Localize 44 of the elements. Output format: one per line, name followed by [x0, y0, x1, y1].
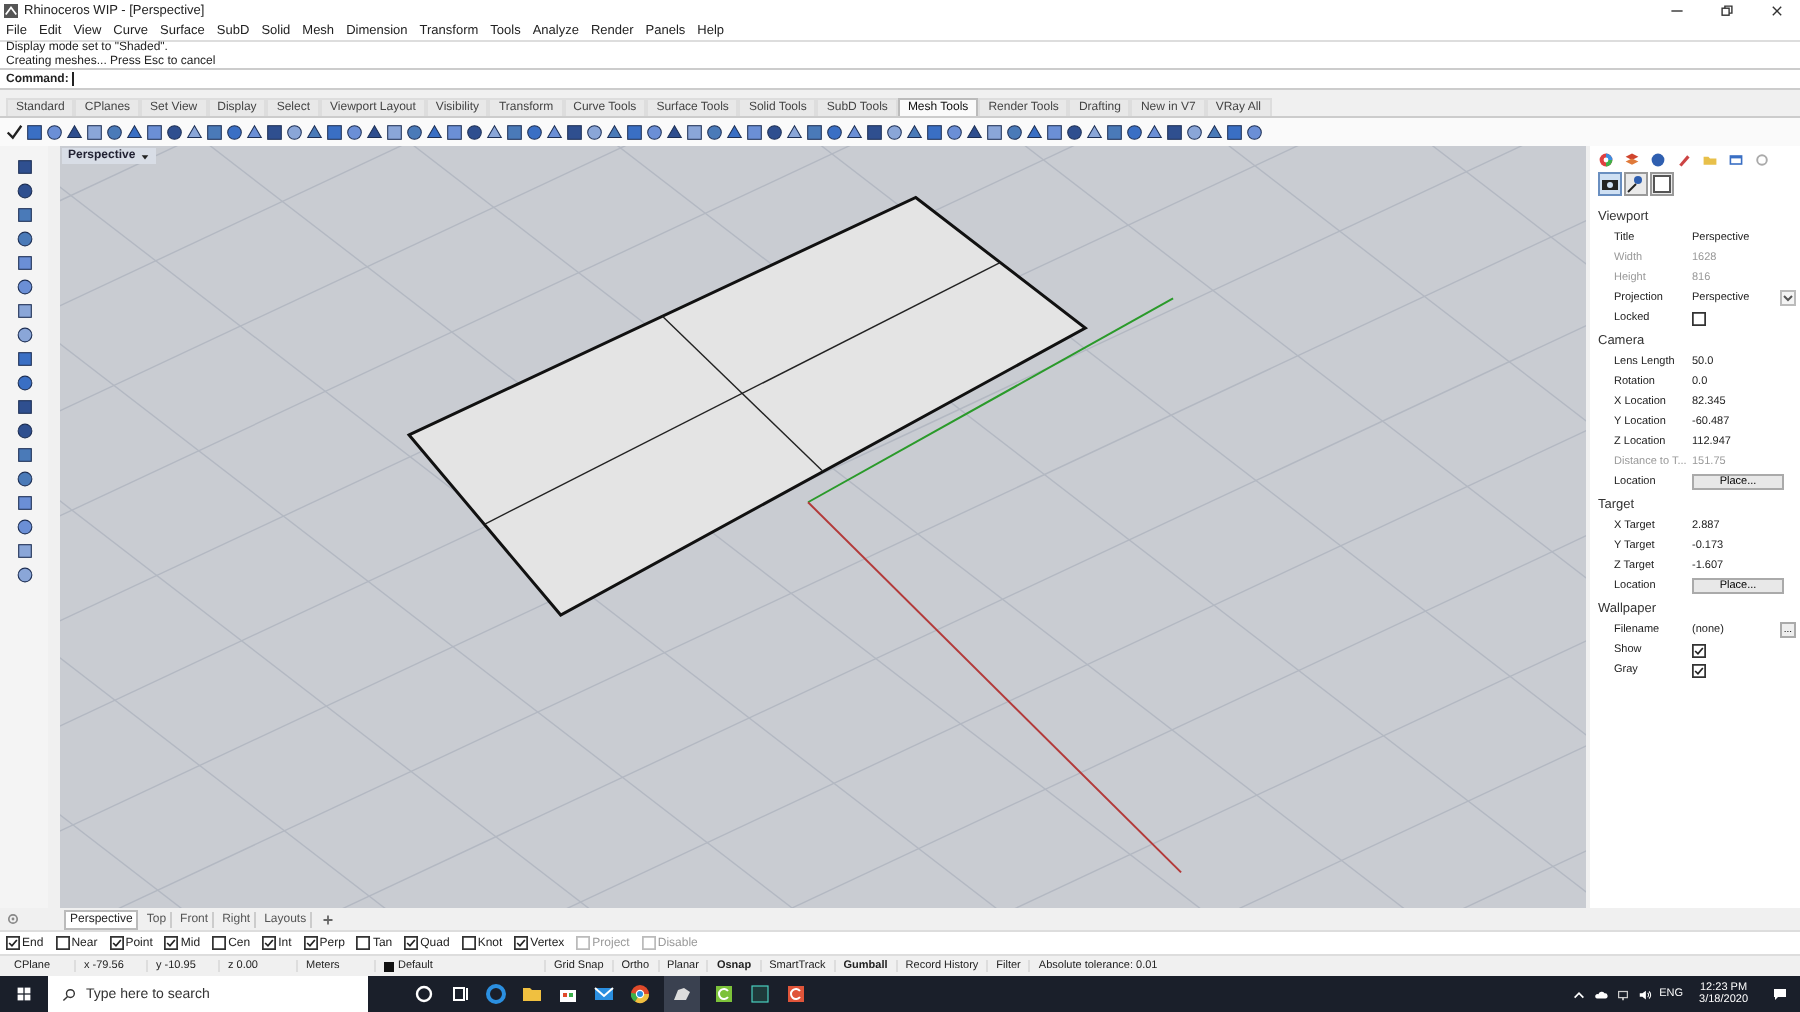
- chevron-down-icon[interactable]: [1780, 290, 1796, 306]
- windows-start-icon[interactable]: [16, 986, 32, 1002]
- layers-icon[interactable]: [1624, 152, 1640, 168]
- checkbox[interactable]: [164, 936, 179, 950]
- color-wheel-icon[interactable]: [1598, 152, 1614, 168]
- browser-icon[interactable]: [484, 982, 508, 1006]
- window-icon[interactable]: [1728, 152, 1744, 168]
- chrome-icon[interactable]: [628, 982, 652, 1006]
- frame-icon[interactable]: [1650, 172, 1674, 196]
- add-icon[interactable]: [322, 913, 335, 925]
- task-view-icon[interactable]: [448, 982, 472, 1006]
- settings-icon[interactable]: [6, 912, 20, 926]
- circle-icon[interactable]: [412, 982, 436, 1006]
- checkbox[interactable]: [1692, 663, 1706, 677]
- checkbox[interactable]: [6, 936, 20, 950]
- checkbox[interactable]: [404, 936, 419, 950]
- mail-icon[interactable]: [592, 982, 616, 1006]
- chevron-up-icon[interactable]: [1571, 987, 1586, 1001]
- network-icon[interactable]: [1615, 987, 1630, 1001]
- checkbox[interactable]: [212, 936, 227, 950]
- check-icon[interactable]: [6, 123, 23, 141]
- dropdown-caret-icon: [139, 151, 150, 161]
- app-icon[interactable]: [784, 982, 808, 1006]
- search-icon: [62, 987, 76, 1001]
- restore-icon[interactable]: [1720, 3, 1734, 17]
- speaker-icon[interactable]: [1637, 987, 1652, 1001]
- sphere-icon[interactable]: [1650, 152, 1666, 168]
- checkbox[interactable]: [262, 936, 277, 950]
- camera-icon[interactable]: [1598, 172, 1622, 196]
- layer-swatch-icon: [384, 961, 394, 971]
- checkbox[interactable]: [55, 936, 70, 950]
- folder-icon[interactable]: [520, 982, 544, 1006]
- checkbox[interactable]: [461, 936, 476, 950]
- surface-drawing[interactable]: [406, 195, 1089, 617]
- notification-icon[interactable]: [1772, 986, 1788, 1002]
- checkbox[interactable]: [514, 936, 529, 950]
- checkbox[interactable]: [1692, 643, 1706, 657]
- checkbox[interactable]: [303, 936, 318, 950]
- cloud-icon[interactable]: [1593, 987, 1608, 1001]
- checkbox[interactable]: [1692, 311, 1706, 325]
- checkbox[interactable]: [109, 936, 124, 950]
- close-icon[interactable]: [1770, 3, 1784, 17]
- app-icon[interactable]: [712, 982, 736, 1006]
- checkbox[interactable]: [356, 936, 371, 950]
